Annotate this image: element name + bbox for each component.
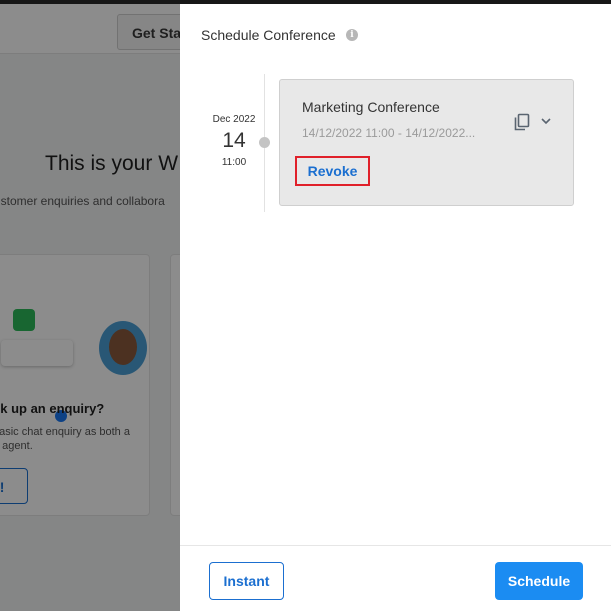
info-icon[interactable]: i <box>346 29 358 41</box>
schedule-button[interactable]: Schedule <box>495 562 583 600</box>
schedule-conference-drawer: Schedule Conference i Dec 2022 14 11:00 … <box>180 4 611 611</box>
copy-icon[interactable] <box>513 113 531 131</box>
drawer-title: Schedule Conference <box>201 27 336 43</box>
timeline-month-year: Dec 2022 <box>212 114 256 125</box>
timeline-dot <box>259 137 270 148</box>
conference-date-range: 14/12/2022 11:00 - 14/12/2022... <box>302 126 476 140</box>
timeline-time: 11:00 <box>221 157 247 168</box>
conference-name: Marketing Conference <box>302 99 440 115</box>
revoke-button[interactable]: Revoke <box>295 156 370 186</box>
conference-timeline: Dec 2022 14 11:00 Marketing Conference 1… <box>180 74 611 219</box>
drawer-footer: Instant Schedule <box>180 545 611 611</box>
conference-card: Marketing Conference 14/12/2022 11:00 - … <box>279 79 574 206</box>
timeline-day: 14 <box>222 129 246 152</box>
instant-button[interactable]: Instant <box>209 562 284 600</box>
chevron-down-icon[interactable] <box>539 114 553 128</box>
